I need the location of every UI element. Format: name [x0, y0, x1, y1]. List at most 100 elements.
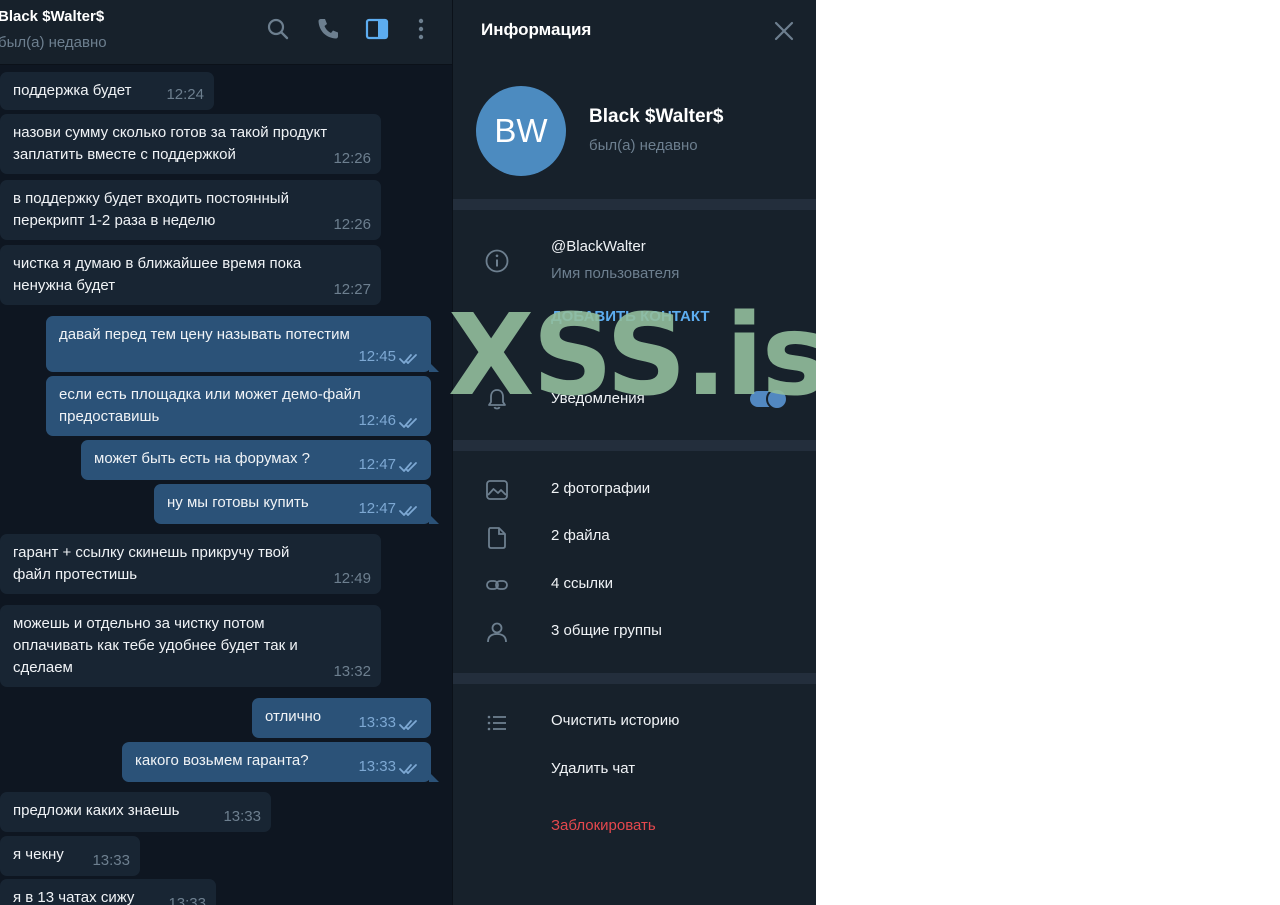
message-time: 13:33 — [358, 714, 396, 731]
files-link[interactable]: 2 файла — [551, 527, 610, 544]
profile-status: был(а) недавно — [589, 137, 698, 154]
message-line: может быть есть на форумах ? — [94, 450, 310, 467]
message-time: 12:24 — [166, 86, 204, 103]
message-line: ну мы готовы купить — [167, 494, 309, 511]
message-bubble-outgoing[interactable]: давай перед тем цену называть потестим 12… — [46, 316, 431, 372]
double-check-icon — [399, 352, 423, 366]
double-check-icon — [399, 460, 423, 474]
more-vertical-icon[interactable] — [408, 16, 434, 42]
info-panel-title: Информация — [481, 20, 592, 39]
message-line: заплатить вместе с поддержкой — [13, 146, 236, 163]
double-check-icon — [399, 416, 423, 430]
info-icon — [484, 248, 510, 274]
message-line: файл протестишь — [13, 566, 138, 583]
username-value[interactable]: @BlackWalter — [551, 238, 646, 255]
bubble-tail — [429, 362, 439, 372]
chat-status: был(а) недавно — [0, 34, 107, 51]
message-line: чистка я думаю в ближайшее время пока — [13, 255, 302, 272]
message-text: ну мы готовы купить — [167, 492, 309, 514]
photo-icon — [484, 477, 510, 503]
message-bubble-incoming[interactable]: я в 13 чатах сижу 13:33 — [0, 879, 216, 905]
message-text: отлично — [265, 706, 321, 728]
links-link[interactable]: 4 ссылки — [551, 575, 613, 592]
message-bubble-incoming[interactable]: чистка я думаю в ближайшее время пока нен… — [0, 245, 381, 305]
message-line: поддержка будет — [13, 82, 132, 99]
message-text: в поддержку будет входить постоянный пере… — [13, 188, 289, 232]
message-bubble-outgoing[interactable]: ну мы готовы купить 12:47 — [154, 484, 431, 524]
message-bubble-outgoing[interactable]: отлично 13:33 — [252, 698, 431, 738]
message-time: 12:45 — [358, 348, 396, 365]
message-text: гарант + ссылку скинешь прикручу твой фай… — [13, 542, 289, 586]
phone-icon[interactable] — [315, 16, 341, 42]
message-time: 13:32 — [333, 663, 371, 680]
message-time: 12:49 — [333, 570, 371, 587]
toggle-knob — [766, 388, 788, 410]
message-line: если есть площадка или может демо-файл — [59, 386, 361, 403]
message-line: я чекну — [13, 846, 64, 863]
avatar[interactable]: BW — [476, 86, 566, 176]
message-bubble-incoming[interactable]: в поддержку будет входить постоянный пере… — [0, 180, 381, 240]
message-time: 12:46 — [358, 412, 396, 429]
double-check-icon — [399, 504, 423, 518]
message-line: сделаем — [13, 659, 73, 676]
message-list[interactable]: поддержка будет 12:24 назови сумму сколько… — [0, 64, 452, 905]
message-line: я в 13 чатах сижу — [13, 889, 135, 905]
message-bubble-outgoing[interactable]: если есть площадка или может демо-файл пр… — [46, 376, 431, 436]
photos-link[interactable]: 2 фотографии — [551, 480, 650, 497]
close-icon[interactable] — [771, 18, 797, 44]
message-text: чистка я думаю в ближайшее время пока нен… — [13, 253, 301, 297]
message-line: в поддержку будет входить постоянный — [13, 190, 289, 207]
message-bubble-incoming[interactable]: поддержка будет 12:24 — [0, 72, 214, 110]
username-label: Имя пользователя — [551, 265, 680, 282]
list-icon — [484, 710, 510, 736]
user-icon — [484, 619, 510, 645]
notifications-label: Уведомления — [551, 390, 645, 407]
message-time: 12:26 — [333, 150, 371, 167]
message-bubble-incoming[interactable]: я чекну 13:33 — [0, 836, 140, 876]
message-time: 12:47 — [358, 456, 396, 473]
message-text: назови сумму сколько готов за такой прод… — [13, 122, 327, 166]
common-groups-link[interactable]: 3 общие группы — [551, 622, 662, 639]
info-panel: Информация BW Black $Walter$ был(а) неда… — [452, 0, 816, 905]
clear-history-button[interactable]: Очистить историю — [551, 712, 679, 729]
message-line: можешь и отдельно за чистку потом — [13, 615, 265, 632]
profile-name: Black $Walter$ — [589, 106, 724, 127]
message-line: гарант + ссылку скинешь прикручу твой — [13, 544, 290, 561]
message-text: давай перед тем цену называть потестим — [59, 324, 350, 346]
message-time: 12:26 — [333, 216, 371, 233]
message-time: 13:33 — [358, 758, 396, 775]
message-time: 13:33 — [168, 895, 206, 905]
message-bubble-incoming[interactable]: назови сумму сколько готов за такой прод… — [0, 114, 381, 174]
add-contact-button[interactable]: ДОБАВИТЬ КОНТАКТ — [551, 308, 710, 325]
message-text: можешь и отдельно за чистку потом оплачив… — [13, 613, 298, 679]
link-icon — [484, 572, 510, 598]
message-bubble-incoming[interactable]: гарант + ссылку скинешь прикручу твой фай… — [0, 534, 381, 594]
divider — [453, 199, 816, 210]
sidebar-toggle-icon[interactable] — [364, 16, 390, 42]
message-bubble-incoming[interactable]: можешь и отдельно за чистку потом оплачив… — [0, 605, 381, 687]
divider — [453, 673, 816, 684]
search-icon[interactable] — [265, 16, 291, 42]
notifications-toggle[interactable] — [750, 388, 788, 410]
message-text: я в 13 чатах сижу — [13, 887, 134, 905]
block-user-button[interactable]: Заблокировать — [551, 817, 656, 834]
double-check-icon — [399, 762, 423, 776]
message-line: какого возьмем гаранта? — [135, 752, 309, 769]
message-text: какого возьмем гаранта? — [135, 750, 309, 772]
file-icon — [484, 525, 510, 551]
telegram-window: Black $Walter$ был(а) недавно поддержка … — [0, 0, 816, 905]
chat-title[interactable]: Black $Walter$ — [0, 8, 104, 25]
chat-panel: Black $Walter$ был(а) недавно поддержка … — [0, 0, 452, 905]
message-bubble-incoming[interactable]: предложи каких знаешь 13:33 — [0, 792, 271, 832]
message-line: ненужна будет — [13, 277, 116, 294]
message-bubble-outgoing[interactable]: может быть есть на форумах ? 12:47 — [81, 440, 431, 480]
delete-chat-button[interactable]: Удалить чат — [551, 760, 635, 777]
double-check-icon — [399, 718, 423, 732]
message-bubble-outgoing[interactable]: какого возьмем гаранта? 13:33 — [122, 742, 431, 782]
message-text: я чекну — [13, 844, 64, 866]
message-time: 13:33 — [223, 808, 261, 825]
message-text: может быть есть на форумах ? — [94, 448, 310, 470]
message-line: перекрипт 1-2 раза в неделю — [13, 212, 216, 229]
chat-header: Black $Walter$ был(а) недавно — [0, 0, 452, 65]
bubble-tail — [429, 772, 439, 782]
